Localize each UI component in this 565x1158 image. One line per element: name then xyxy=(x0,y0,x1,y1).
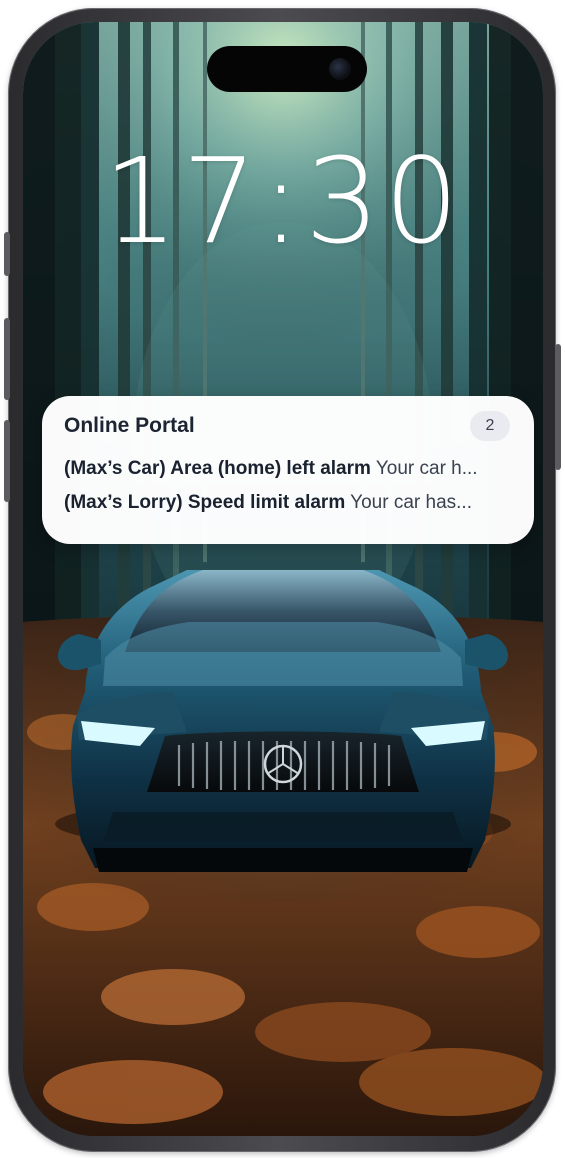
notification-header: Online Portal 2 xyxy=(64,411,512,441)
volume-up-button[interactable] xyxy=(4,318,10,400)
lock-screen-clock: 17:30 xyxy=(102,132,464,270)
notification-app-name: Online Portal xyxy=(64,414,195,437)
front-camera-icon xyxy=(329,58,351,80)
notification-body: Your car has... xyxy=(350,491,472,513)
notification-stack[interactable]: Online Portal 2 (Max’s Car) Area (home) … xyxy=(42,396,534,544)
notification-count-badge: 2 xyxy=(470,411,510,441)
volume-down-button[interactable] xyxy=(4,420,10,502)
notification-title: (Max’s Car) Area (home) left alarm xyxy=(64,458,371,479)
dynamic-island xyxy=(207,46,367,92)
phone-screen: 17:30 Online Portal 2 (Max’s Car) Area (… xyxy=(23,22,543,1136)
lock-screen-mockup: 17:30 Online Portal 2 (Max’s Car) Area (… xyxy=(0,0,565,1158)
power-button[interactable] xyxy=(555,344,561,470)
notification-item[interactable]: (Max’s Car) Area (home) left alarm Your … xyxy=(64,458,512,481)
notification-item[interactable]: (Max’s Lorry) Speed limit alarm Your car… xyxy=(64,492,512,515)
notification-title: (Max’s Lorry) Speed limit alarm xyxy=(64,491,346,513)
action-button[interactable] xyxy=(4,232,10,276)
notification-body: Your car h... xyxy=(375,458,478,479)
